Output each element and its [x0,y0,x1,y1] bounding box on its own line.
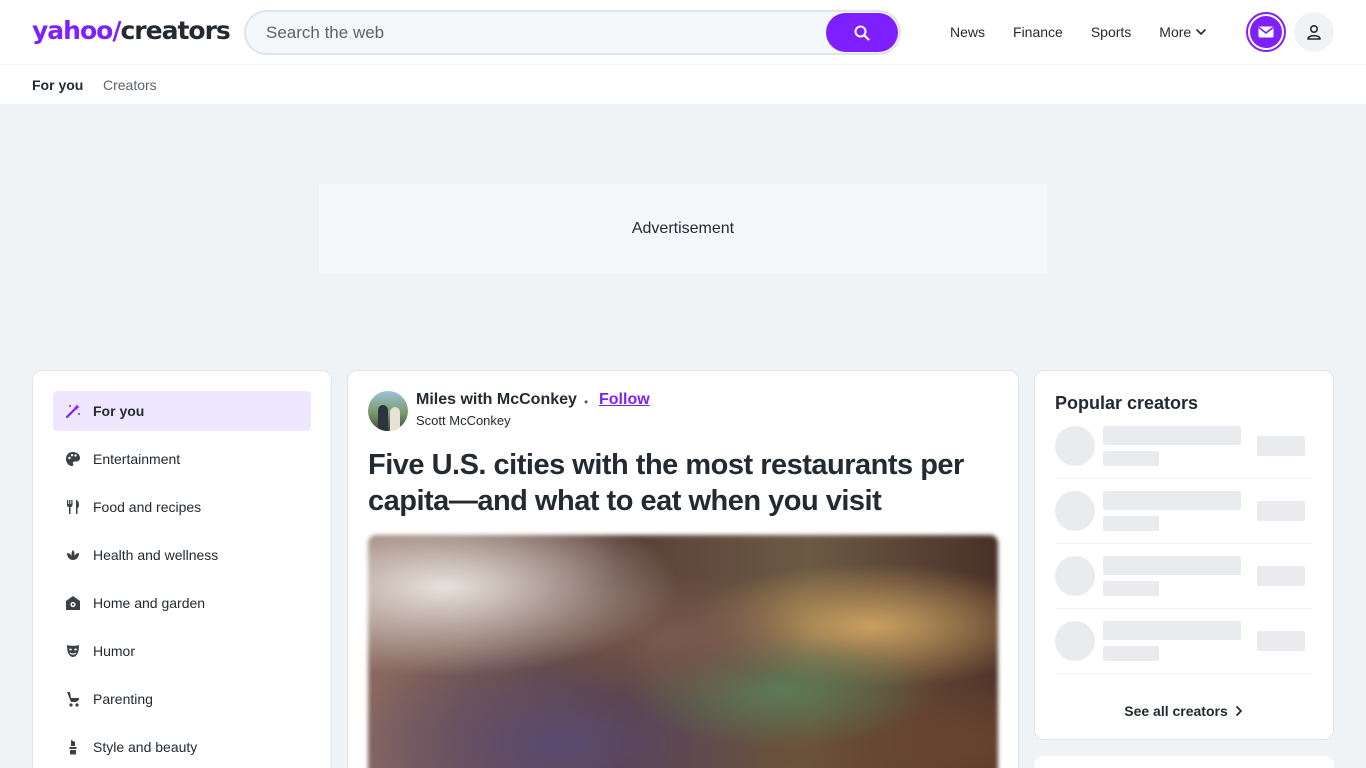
sidebar-item-label: For you [93,403,145,419]
sidebar-item-health[interactable]: Health and wellness [53,535,311,575]
sidebar-item-label: Parenting [93,691,153,707]
byline: Miles with McConkey • Follow Scott McCon… [368,391,998,431]
see-all-creators-link[interactable]: See all creators [1035,703,1333,719]
popular-creators-title: Popular creators [1055,393,1199,413]
mask-icon [65,643,81,659]
sidebar-item-label: Humor [93,643,136,659]
creator-skeleton-row [1055,609,1313,674]
hero-image[interactable] [368,535,998,768]
nav-more[interactable]: More [1145,24,1221,40]
mail-button[interactable] [1246,12,1286,52]
sidebar-item-label: Style and beauty [93,739,198,755]
logo-creators-text: creators [120,16,230,45]
lipstick-icon [65,739,81,755]
search-icon [854,25,870,41]
avatar[interactable] [368,391,408,431]
sidebar-item-for-you[interactable]: For you [53,391,311,431]
creator-skeleton-row [1055,414,1313,479]
search-input[interactable] [266,21,826,45]
popular-creators-panel: Popular creators See all creators [1034,370,1334,740]
author-name: Scott McConkey [416,413,511,428]
sub-nav: For you Creators [0,64,1366,104]
logo-yahoo-text: yahoo [32,16,113,45]
sidebar-item-parenting[interactable]: Parenting [53,679,311,719]
see-all-label: See all creators [1124,703,1228,719]
search-bar [244,10,901,55]
chevron-right-icon [1235,706,1242,716]
user-icon [1307,24,1321,40]
nav-more-label: More [1159,24,1192,40]
yahoo-creators-logo[interactable]: yahoo/creators [32,16,231,46]
sidebar-item-entertainment[interactable]: Entertainment [53,439,311,479]
stroller-icon [65,691,81,707]
nav-news[interactable]: News [936,24,999,40]
mail-icon-wrap [1250,16,1282,48]
mail-icon [1258,26,1274,38]
profile-button[interactable] [1294,12,1334,52]
sidebar-item-style-beauty[interactable]: Style and beauty [53,727,311,767]
subnav-creators[interactable]: Creators [103,77,157,93]
sidebar-item-label: Home and garden [93,595,206,611]
fork-knife-icon [65,499,81,515]
creator-skeleton-row [1055,544,1313,609]
separator-dot: • [584,395,589,409]
category-sidebar: For you Entertainment Food and recipes H… [32,370,332,768]
top-header: yahoo/creators News Finance Sports More [0,0,1366,64]
article-headline: Five U.S. cities with the most restauran… [368,449,964,517]
nav-sports[interactable]: Sports [1077,24,1145,40]
sidebar-item-label: Food and recipes [93,499,202,515]
nav-finance[interactable]: Finance [999,24,1077,40]
subnav-for-you[interactable]: For you [32,77,83,93]
sidebar-item-humor[interactable]: Humor [53,631,311,671]
channel-name[interactable]: Miles with McConkey [416,391,577,409]
follow-button[interactable]: Follow [599,391,650,409]
sidebar-item-home-garden[interactable]: Home and garden [53,583,311,623]
ad-label: Advertisement [631,220,735,237]
palette-icon [65,451,81,467]
top-nav: News Finance Sports More [936,20,1221,44]
magic-wand-icon [65,403,81,419]
lotus-icon [65,547,81,563]
secondary-rail-card [1034,756,1334,768]
chevron-down-icon [1196,29,1207,35]
sidebar-item-label: Entertainment [93,451,181,467]
advertisement[interactable]: Advertisement [319,184,1047,274]
search-button[interactable] [826,13,898,52]
sidebar-item-label: Health and wellness [93,547,219,563]
house-gear-icon [65,595,81,611]
article-card: Miles with McConkey • Follow Scott McCon… [347,370,1019,768]
sidebar-item-food[interactable]: Food and recipes [53,487,311,527]
creator-skeleton-row [1055,479,1313,544]
